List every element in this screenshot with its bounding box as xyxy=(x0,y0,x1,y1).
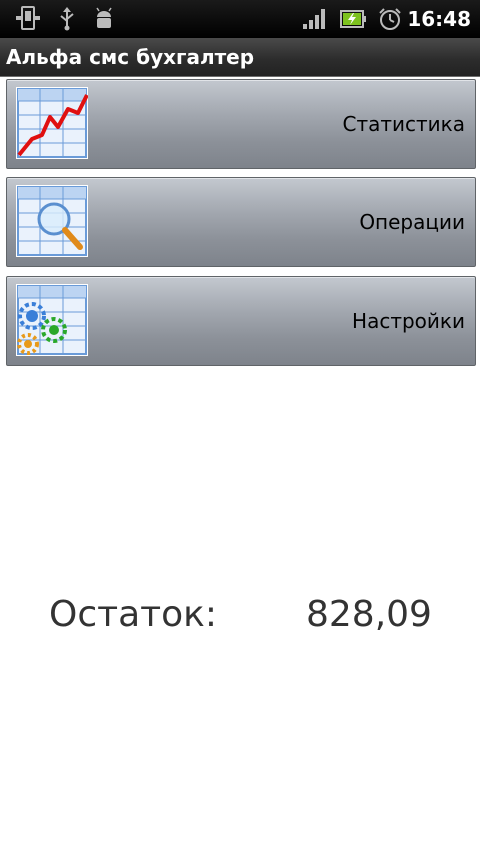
settings-gears-icon xyxy=(16,284,88,356)
app-title-bar: Альфа смс бухгалтер xyxy=(0,38,480,77)
signal-icon xyxy=(302,6,326,36)
statistics-button[interactable]: Статистика xyxy=(6,79,476,169)
device-icon xyxy=(14,6,42,36)
status-clock: 16:48 xyxy=(407,7,471,31)
balance-value: 828,09 xyxy=(306,594,432,635)
balance-label: Остаток: xyxy=(49,594,218,635)
operations-label: Операции xyxy=(359,210,465,234)
statistics-label: Статистика xyxy=(342,112,466,136)
settings-button[interactable]: Настройки xyxy=(6,276,476,366)
app-title: Альфа смс бухгалтер xyxy=(6,45,255,69)
usb-icon xyxy=(57,6,77,36)
android-debug-icon xyxy=(93,6,115,36)
operations-search-icon xyxy=(16,185,88,257)
settings-label: Настройки xyxy=(352,309,465,333)
battery-charging-icon xyxy=(339,6,367,36)
operations-button[interactable]: Операции xyxy=(6,177,476,267)
statistics-chart-icon xyxy=(16,87,89,159)
alarm-icon xyxy=(377,6,403,36)
status-bar: 16:48 xyxy=(0,0,480,38)
